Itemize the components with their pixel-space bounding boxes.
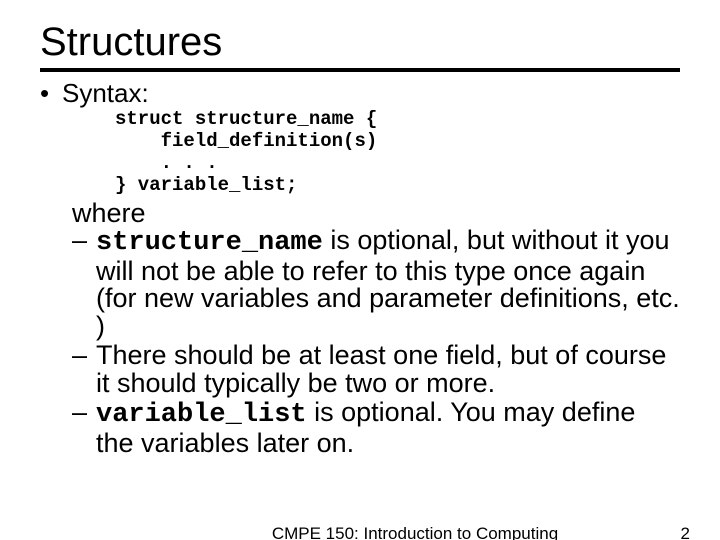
footer-course: CMPE 150: Introduction to Computing: [272, 524, 558, 540]
sub-item-3: – variable_list is optional. You may def…: [72, 399, 680, 457]
sub-item-2: – There should be at least one field, bu…: [72, 342, 680, 397]
mono-variable-list: variable_list: [96, 400, 307, 430]
slide-body: • Syntax: struct structure_name { field_…: [40, 80, 680, 457]
mono-structure-name: structure_name: [96, 228, 323, 258]
sub-item-1: – structure_name is optional, but withou…: [72, 227, 680, 340]
sub-item-3-text: variable_list is optional. You may defin…: [96, 399, 680, 457]
dash-icon: –: [72, 342, 96, 397]
dash-icon: –: [72, 227, 96, 340]
where-label: where: [72, 199, 680, 227]
dash-icon: –: [72, 399, 96, 457]
code-block: struct structure_name { field_definition…: [115, 109, 680, 196]
slide: Structures • Syntax: struct structure_na…: [0, 0, 720, 540]
footer-page-number: 2: [681, 524, 690, 540]
slide-title: Structures: [40, 20, 680, 64]
bullet-text: Syntax:: [62, 80, 149, 107]
sub-item-2-text: There should be at least one field, but …: [96, 342, 680, 397]
bullet-dot-icon: •: [40, 80, 62, 107]
title-underline: [40, 68, 680, 72]
bullet-syntax: • Syntax:: [40, 80, 680, 107]
sub-item-1-text: structure_name is optional, but without …: [96, 227, 680, 340]
